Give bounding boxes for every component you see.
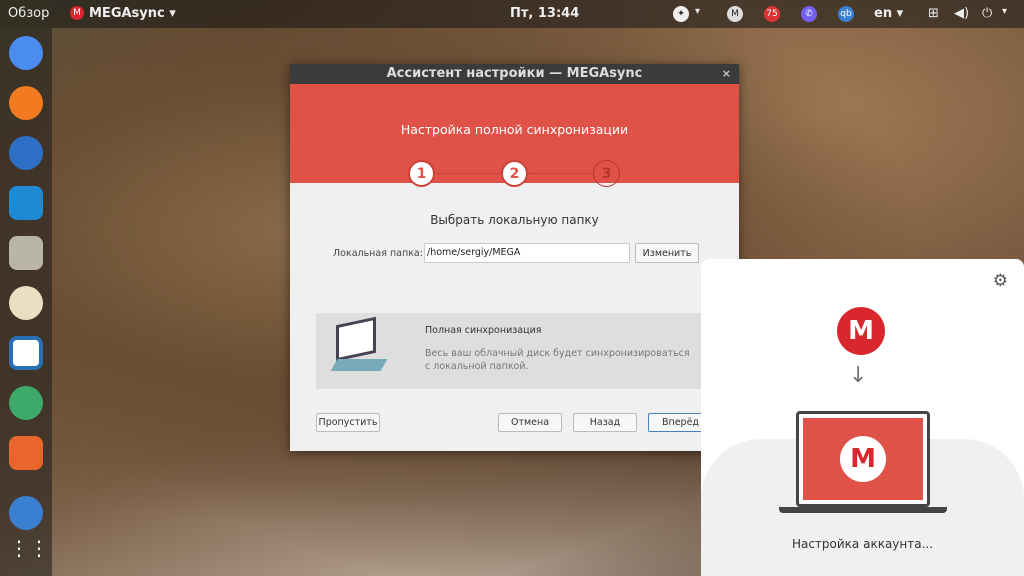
vscode-icon[interactable] xyxy=(9,186,43,220)
dialog-title: Ассистент настройки — MEGAsync xyxy=(386,66,643,81)
info-box: Полная синхронизация Весь ваш облачный д… xyxy=(316,313,713,389)
laptop-illustration xyxy=(336,316,376,362)
mega-popup-panel: ⚙ M ↓ M Настройка аккаунта... xyxy=(701,259,1024,576)
change-button[interactable]: Изменить xyxy=(635,243,699,263)
overview-button[interactable]: Обзор xyxy=(8,6,49,21)
arrow-down-icon: ↓ xyxy=(849,363,868,388)
power-icon[interactable]: ⏻ xyxy=(982,6,992,21)
qbittorrent-icon[interactable]: qb xyxy=(838,6,854,22)
clock[interactable]: Пт, 13:44 xyxy=(510,6,579,21)
gear-icon[interactable]: ⚙ xyxy=(993,271,1008,291)
header-title: Настройка полной синхронизации xyxy=(400,122,629,137)
dialog-titlebar[interactable]: Ассистент настройки — MEGAsync × xyxy=(290,64,739,84)
accessibility-icon[interactable]: ✦ xyxy=(673,6,689,22)
files-icon[interactable] xyxy=(9,236,43,270)
writer-icon[interactable] xyxy=(9,336,43,370)
accessibility-arrow[interactable]: ▾ xyxy=(695,6,700,17)
app-grid-icon[interactable]: ⋮⋮ xyxy=(9,536,49,570)
chromium-icon[interactable] xyxy=(9,36,43,70)
step-3: 3 xyxy=(593,160,620,187)
language-menu[interactable]: en ▾ xyxy=(874,6,903,21)
help-icon[interactable] xyxy=(9,496,43,530)
dock: ⋮⋮ xyxy=(0,28,52,576)
status-text: Настройка аккаунта... xyxy=(791,537,934,551)
top-bar: Обзор M MEGAsync ▾ Пт, 13:44 ✦ ▾ M 75 ✆ … xyxy=(0,0,1024,28)
info-title: Полная синхронизация xyxy=(425,325,542,336)
setup-wizard-dialog: Ассистент настройки — MEGAsync × Настройк… xyxy=(290,64,739,451)
info-text: Весь ваш облачный диск будет синхронизир… xyxy=(425,348,690,372)
mega-app-icon: M xyxy=(70,6,84,20)
badge-tray-icon[interactable]: 75 xyxy=(764,6,780,22)
cancel-button[interactable]: Отмена xyxy=(498,413,562,432)
section-title: Выбрать локальную папку xyxy=(430,213,599,227)
software-center-icon[interactable] xyxy=(9,436,43,470)
firefox-icon[interactable] xyxy=(9,86,43,120)
network-icon[interactable]: ⊞ xyxy=(928,6,939,21)
step-2: 2 xyxy=(501,160,528,187)
wizard-header: Настройка полной синхронизации 1 2 3 xyxy=(290,84,739,187)
back-button[interactable]: Назад xyxy=(573,413,637,432)
step-1: 1 xyxy=(408,160,435,187)
close-icon[interactable]: × xyxy=(722,64,731,84)
viber-icon[interactable]: ✆ xyxy=(801,6,817,22)
mega-tray-icon[interactable]: M xyxy=(727,6,743,22)
laptop-mega-logo: M xyxy=(840,436,886,482)
mega-logo: M xyxy=(837,307,885,355)
atom-icon[interactable] xyxy=(9,386,43,420)
thunderbird-icon[interactable] xyxy=(9,136,43,170)
folder-input[interactable]: /home/sergiy/MEGA xyxy=(424,243,630,263)
folder-label: Локальная папка: xyxy=(333,248,423,259)
power-arrow[interactable]: ▾ xyxy=(1002,6,1007,17)
app-menu[interactable]: MEGAsync ▾ xyxy=(89,6,176,21)
skip-button[interactable]: Пропустить xyxy=(316,413,380,432)
volume-icon[interactable]: ◀) xyxy=(954,6,969,21)
rhythmbox-icon[interactable] xyxy=(9,286,43,320)
